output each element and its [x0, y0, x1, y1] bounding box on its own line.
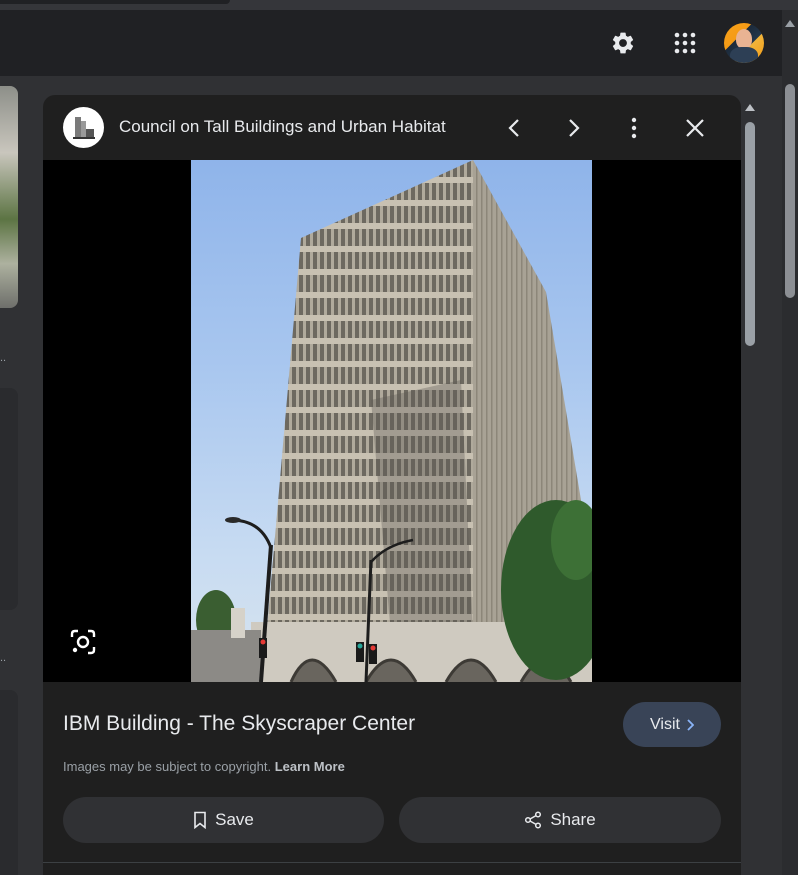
copyright-notice: Images may be subject to copyright. Lear…	[63, 759, 345, 774]
image-viewer	[43, 160, 741, 682]
panel-header: Council on Tall Buildings and Urban Habi…	[43, 95, 741, 160]
traffic-light-red	[260, 639, 266, 645]
visit-label: Visit	[650, 715, 680, 733]
chevron-right-icon	[687, 718, 694, 731]
left-ellipsis: ..	[0, 652, 7, 664]
chevron-left-icon	[508, 119, 519, 137]
left-ellipsis: ..	[0, 352, 7, 364]
settings-button[interactable]	[608, 28, 638, 58]
traffic-light-green	[357, 643, 363, 649]
google-lens-icon	[70, 629, 96, 655]
avatar-body	[730, 47, 758, 63]
share-label: Share	[550, 810, 596, 829]
share-icon	[525, 811, 542, 829]
account-avatar[interactable]	[724, 23, 764, 63]
result-title[interactable]: IBM Building - The Skyscraper Center	[63, 712, 415, 736]
result-card[interactable]	[0, 388, 18, 610]
active-tab-edge[interactable]	[0, 0, 230, 4]
previous-button[interactable]	[501, 115, 527, 141]
divider	[43, 862, 741, 863]
browser-tabstrip	[0, 0, 798, 10]
scroll-up-arrow-icon[interactable]	[785, 20, 795, 27]
image-preview-panel: Council on Tall Buildings and Urban Habi…	[43, 95, 741, 875]
apps-grid-icon	[674, 32, 696, 54]
preview-image[interactable]	[191, 160, 592, 682]
scrollbar-thumb[interactable]	[785, 84, 795, 298]
share-button[interactable]: Share	[399, 797, 721, 843]
more-vert-icon	[631, 117, 637, 139]
close-button[interactable]	[682, 115, 708, 141]
lens-search-button[interactable]	[69, 628, 97, 656]
chevron-right-icon	[569, 119, 580, 137]
panel-scrollbar[interactable]	[743, 100, 757, 875]
result-card[interactable]	[0, 690, 18, 875]
traffic-light-red	[370, 645, 376, 651]
result-info: IBM Building - The Skyscraper Center Vis…	[43, 682, 741, 875]
scrollbar-thumb[interactable]	[745, 122, 755, 346]
left-buildings	[191, 630, 261, 682]
site-name[interactable]: Council on Tall Buildings and Urban Habi…	[119, 117, 446, 137]
top-bar	[0, 10, 798, 76]
bookmark-icon	[194, 811, 206, 829]
close-icon	[686, 119, 704, 137]
left-buildings	[231, 608, 245, 638]
site-logo[interactable]	[63, 107, 104, 148]
street-lamp-head	[225, 517, 241, 523]
gear-icon	[612, 32, 634, 54]
result-thumbnail[interactable]	[0, 86, 18, 308]
logo-base	[73, 137, 95, 139]
apps-button[interactable]	[670, 28, 700, 58]
avatar-face	[736, 29, 752, 49]
street-lamp-arm	[230, 518, 273, 549]
save-button[interactable]: Save	[63, 797, 384, 843]
save-label: Save	[215, 810, 254, 829]
building-photo	[191, 160, 592, 682]
logo-block	[86, 129, 94, 137]
visit-button[interactable]: Visit	[623, 702, 721, 747]
next-button[interactable]	[561, 115, 587, 141]
scroll-up-arrow-icon[interactable]	[745, 104, 755, 111]
more-options-button[interactable]	[621, 115, 647, 141]
learn-more-link[interactable]: Learn More	[275, 759, 345, 774]
copyright-text: Images may be subject to copyright.	[63, 759, 272, 774]
page-scrollbar[interactable]	[782, 10, 798, 875]
